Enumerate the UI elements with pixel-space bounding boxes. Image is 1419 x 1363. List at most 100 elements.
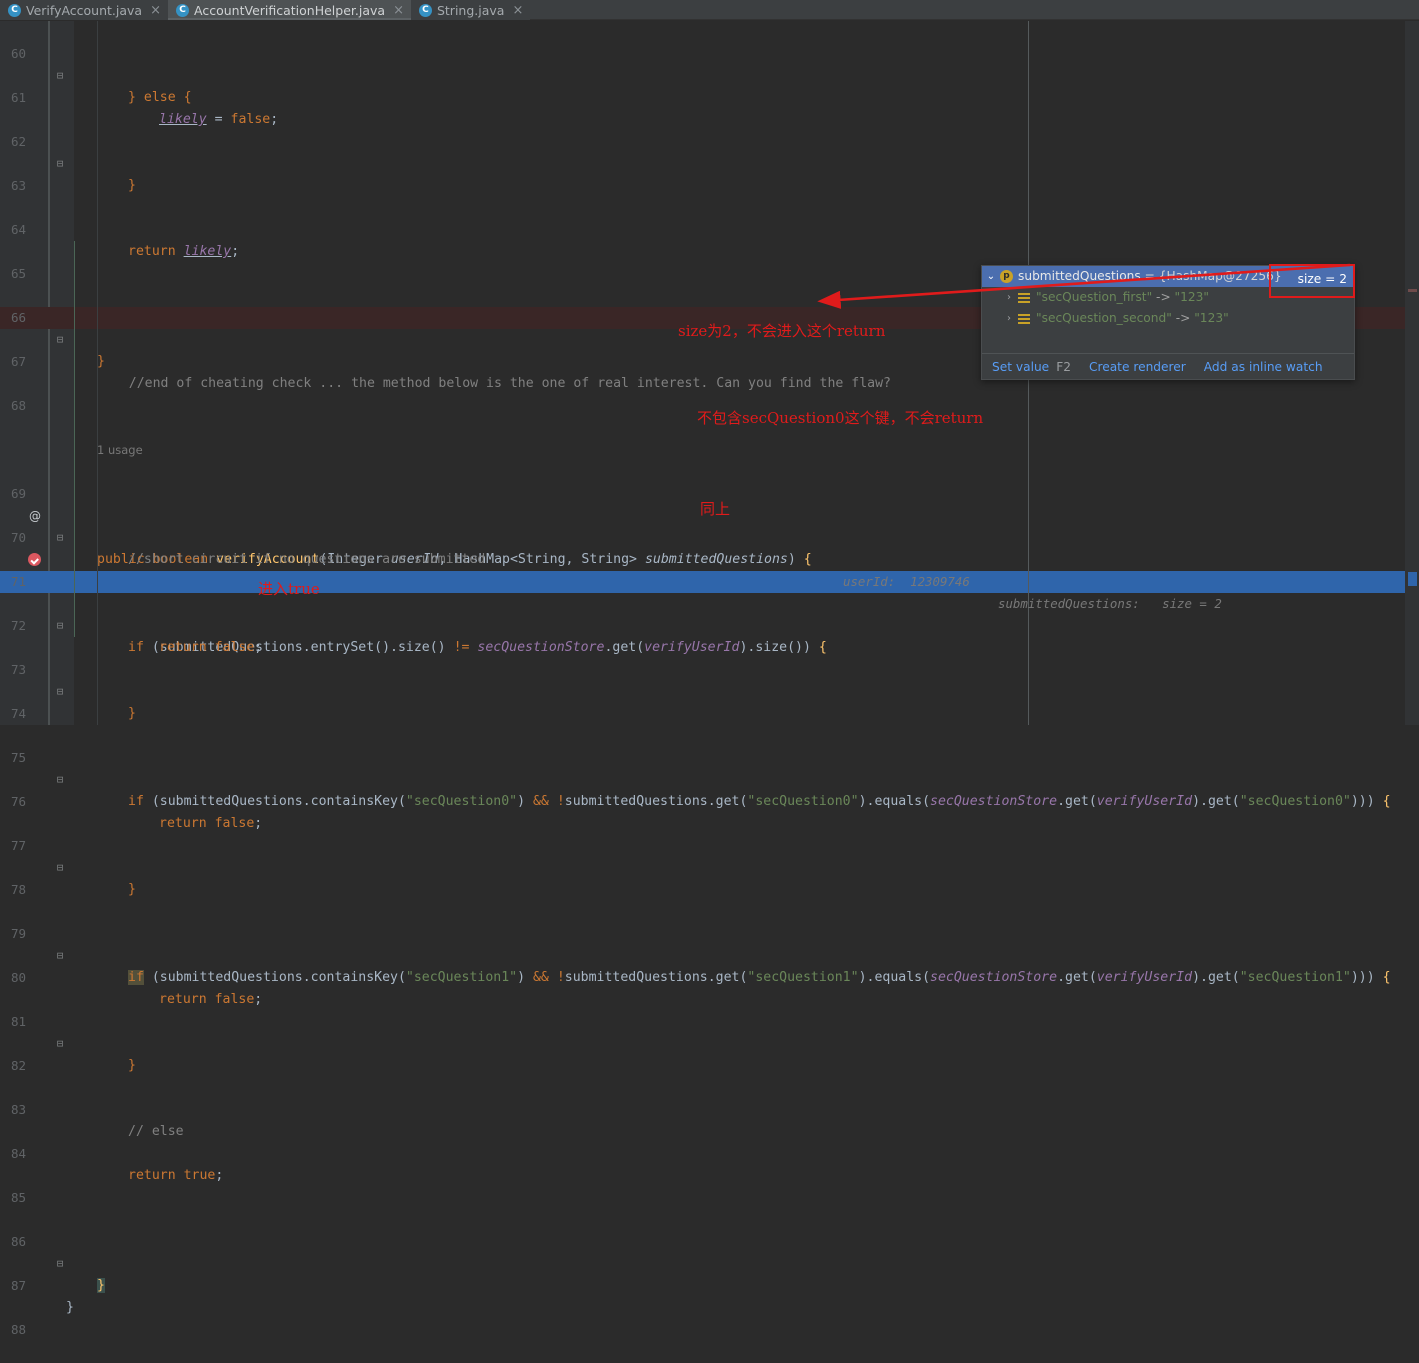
annotation-highlight-box: [1269, 264, 1355, 298]
line-number: 87: [10, 1278, 26, 1293]
code-line[interactable]: 88: [0, 1297, 1419, 1337]
error-stripe-scrollbar[interactable]: [1405, 21, 1419, 725]
code-line[interactable]: 69 @ ⊟ public boolean verifyAccount(Inte…: [0, 461, 1419, 611]
code-line[interactable]: 72 return false;: [0, 593, 1419, 655]
set-value-link[interactable]: Set value: [992, 360, 1049, 374]
line-number: 81: [10, 1014, 26, 1029]
method-scope-guide: [74, 241, 75, 637]
code-line[interactable]: 85: [0, 1165, 1419, 1205]
tab-accountverificationhelper-java[interactable]: C AccountVerificationHelper.java ×: [168, 0, 411, 20]
java-class-icon: C: [418, 3, 432, 17]
line-number: 65: [10, 266, 26, 281]
inline-param-hint-userid: userId: 12309746: [843, 574, 970, 589]
line-number: 88: [10, 1322, 26, 1337]
line-number: 62: [10, 134, 26, 149]
line-number: 82: [10, 1058, 26, 1073]
debug-variable-value: {HashMap@27256}: [1158, 269, 1282, 283]
line-number: 70: [10, 530, 26, 545]
code-line[interactable]: 87 }: [0, 1253, 1419, 1315]
map-entry-icon: [1018, 291, 1030, 304]
line-number: 74: [10, 706, 26, 721]
code-line[interactable]: 62 ⊟ }: [0, 109, 1419, 193]
line-number: 78: [10, 882, 26, 897]
chevron-down-icon[interactable]: ⌄: [982, 266, 1000, 287]
breakpoint-verified-icon[interactable]: [28, 553, 41, 566]
debug-tree-entry-row[interactable]: › "secQuestion_second" -> "123": [982, 308, 1354, 329]
code-line[interactable]: 86 ⊟ }: [0, 1209, 1419, 1293]
line-number: 68: [10, 398, 26, 413]
line-number: 75: [10, 750, 26, 765]
line-number: 72: [10, 618, 26, 633]
line-number: 79: [10, 926, 26, 941]
tab-label: AccountVerificationHelper.java: [194, 2, 386, 18]
line-number: 67: [10, 354, 26, 369]
code-line[interactable]: 77 ⊟ }: [0, 813, 1419, 897]
debug-entry-key: "secQuestion_second": [1036, 311, 1172, 325]
line-number: 76: [10, 794, 26, 809]
debug-entry-arrow: ->: [1171, 311, 1195, 325]
chevron-right-icon[interactable]: ›: [1000, 308, 1018, 329]
tab-label: VerifyAccount.java: [26, 2, 143, 18]
tab-label: String.java: [436, 2, 505, 18]
close-icon[interactable]: ×: [150, 4, 161, 17]
code-line[interactable]: 83 // else: [0, 1077, 1419, 1139]
debug-entry-arrow: ->: [1152, 290, 1175, 304]
code-line[interactable]: 71 ⊟ if (submittedQuestions.entrySet().s…: [0, 549, 1419, 655]
annotation-text-3: 同上: [700, 500, 731, 518]
line-number: 61: [10, 90, 26, 105]
line-number: 83: [10, 1102, 26, 1117]
code-line[interactable]: 76 return false;: [0, 769, 1419, 831]
set-value-shortcut: F2: [1056, 359, 1071, 374]
line-number: 80: [10, 970, 26, 985]
tab-verifyaccount-java[interactable]: C VerifyAccount.java ×: [0, 0, 169, 20]
line-number: 63: [10, 178, 26, 193]
debug-entry-value: "123": [1174, 290, 1210, 304]
close-icon[interactable]: ×: [393, 4, 404, 17]
debug-popup-footer: Set value F2 Create renderer Add as inli…: [982, 353, 1354, 379]
line-number: 77: [10, 838, 26, 853]
annotation-text-1: size为2，不会进入这个return: [678, 322, 886, 340]
code-line[interactable]: 65: [0, 241, 1419, 281]
code-line[interactable]: 74: [0, 681, 1419, 721]
code-line[interactable]: 82: [0, 1033, 1419, 1073]
debug-entry-key: "secQuestion_first": [1036, 290, 1153, 304]
fold-marker-icon[interactable]: ⊟: [54, 615, 66, 637]
stripe-mark-breakpoint[interactable]: [1408, 289, 1417, 292]
line-number: 85: [10, 1190, 26, 1205]
annotation-text-2: 不包含secQuestion0这个键，不会return: [697, 409, 984, 427]
code-line[interactable]: 64 return likely;: [0, 197, 1419, 259]
code-line[interactable]: 81 ⊟ }: [0, 989, 1419, 1073]
debug-equals: =: [1140, 269, 1159, 283]
usage-count-label[interactable]: 1 usage: [97, 439, 143, 461]
line-number: 71: [10, 574, 26, 589]
map-entry-icon: [1018, 312, 1030, 325]
line-number: 66: [10, 310, 26, 325]
debug-variable-name: submittedQuestions: [1018, 269, 1141, 283]
line-number: 73: [10, 662, 26, 677]
code-line[interactable]: 80 return false;: [0, 945, 1419, 1007]
line-number: 60: [10, 46, 26, 61]
code-line[interactable]: 79 ⊟ if (submittedQuestions.containsKey(…: [0, 901, 1419, 985]
create-renderer-link[interactable]: Create renderer: [1089, 360, 1186, 374]
annotation-text-4: 进入true: [258, 580, 320, 598]
code-line[interactable]: 73 ⊟ }: [0, 637, 1419, 721]
editor-tab-bar: C VerifyAccount.java × C AccountVerifica…: [0, 0, 1419, 20]
debug-entry-value: "123": [1194, 311, 1229, 325]
code-line[interactable]: 63: [0, 153, 1419, 193]
stripe-mark-execution[interactable]: [1408, 572, 1417, 586]
java-class-icon: C: [8, 3, 21, 17]
parameter-icon: p: [1000, 270, 1013, 283]
java-class-icon: C: [176, 3, 190, 17]
line-number: 64: [10, 222, 26, 237]
code-line[interactable]: 61 likely = false;: [0, 65, 1419, 127]
code-line-current[interactable]: 84 return true;: [0, 1121, 1419, 1183]
code-line[interactable]: 75 ⊟ if (submittedQuestions.containsKey(…: [0, 725, 1419, 809]
tab-string-java[interactable]: C String.java ×: [410, 0, 531, 20]
add-inline-watch-link[interactable]: Add as inline watch: [1204, 360, 1323, 374]
code-line[interactable]: 78: [0, 857, 1419, 897]
line-number: 84: [10, 1146, 26, 1161]
code-line[interactable]: 60 ⊟ } else {: [0, 21, 1419, 105]
chevron-right-icon[interactable]: ›: [1000, 287, 1018, 308]
close-icon[interactable]: ×: [512, 4, 523, 17]
fold-marker-icon[interactable]: ⊟: [54, 527, 66, 549]
